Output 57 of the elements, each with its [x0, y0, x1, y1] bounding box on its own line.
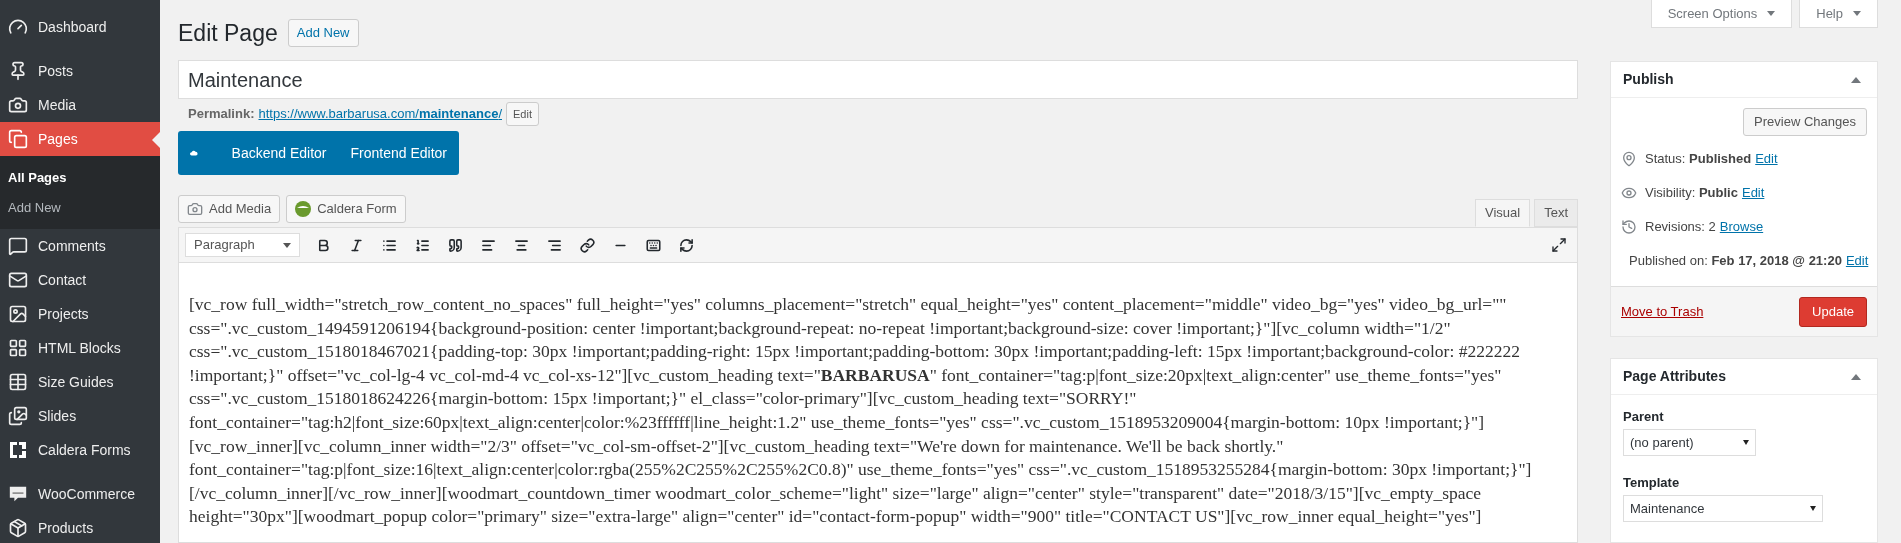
menu-item[interactable]: Posts	[0, 54, 160, 88]
field-label: Template	[1623, 474, 1681, 492]
publish-info: Published on: Feb 17, 2018 @ 21:20	[1629, 252, 1842, 271]
menu-item[interactable]: Slides	[0, 399, 160, 433]
content-line: css=".vc_custom_1518018467021{padding-top: 30px !important;padding-right: 15px !important;padding-bottom: 30px !important;padding-left: 15px !important;background-color: #222222	[189, 340, 1520, 364]
screen-options-button[interactable]: Screen Options	[1650, 0, 1793, 28]
preview-changes-button[interactable]: Preview Changes	[1743, 108, 1867, 136]
publish-info: Revisions: 2	[1645, 218, 1716, 237]
format-select[interactable]: Paragraph	[185, 233, 300, 257]
content-line: font_container="tag:p|font_size:16|text_align:center|color:rgba(255%2C255%2C255%2C0.8)" use_theme_fonts="yes" css=".vc_custom_1518953255284{margin-bottom: 30px !important;}"]	[189, 458, 1532, 482]
publish-info: Visibility: Public	[1645, 184, 1738, 203]
menu-item[interactable]: Projects	[0, 297, 160, 331]
page-title: Edit Page	[178, 18, 278, 48]
content-line: css=".vc_custom_1494591206194{background-position: center !important;background-repeat: no-repeat !important;background-size: cover !important;}"][vc_column width="1/2"	[189, 316, 1451, 340]
content-line: [vc_row full_width="stretch_row_content_no_spaces" full_height="yes" columns_placement="stretch" equal_height="yes" content_placement="middle" video_bg="yes" video_bg_url=""	[189, 293, 1507, 316]
submenu-item[interactable]: All Pages	[0, 163, 160, 193]
permalink-label: Permalink:	[188, 105, 255, 124]
menu-item[interactable]: Contact	[0, 263, 160, 297]
menu-item[interactable]: Media	[0, 88, 160, 122]
content-line: css=".vc_custom_1518018624226{margin-bottom: 15px !important;}" el_class="color-primary"][vc_custom_heading text="SORRY!"	[189, 387, 1137, 411]
menu-item[interactable]: Dashboard	[0, 10, 160, 44]
menu-item[interactable]: Size Guides	[0, 365, 160, 399]
editor-tab[interactable]: Visual	[1474, 199, 1531, 227]
content-line: [vc_row_inner][vc_column_inner width="2/3" offset="vc_col-sm-offset-2"][vc_custom_heading text="We're down for maintenance. We'll be back shortly."	[189, 434, 1284, 458]
content-line: height="30px"][woodmart_popup color="primary" size="extra-large" align="center" id="contact-form-popup" width="900" title="CONTACT US"][vc_row_inner equal_height="yes"]	[189, 505, 1482, 529]
content-line: !important;}" offset="vc_col-lg-4 vc_col-md-4 vc_col-xs-12"][vc_custom_heading text="BARBARUSA" font_container="tag:p|font_size:20px|text_align:center" use_theme_fonts="yes"	[189, 363, 1502, 387]
add-media-button[interactable]: Add Media	[178, 195, 281, 223]
help-button[interactable]: Help	[1799, 0, 1878, 28]
editor-tab[interactable]: Text	[1534, 199, 1578, 227]
publish-link[interactable]: Browse	[1719, 217, 1764, 237]
publish-link[interactable]: Edit	[1845, 251, 1869, 271]
menu-item[interactable]: Products	[0, 511, 160, 543]
content-line: [/vc_column_inner][/vc_row_inner][woodmart_countdown_timer woodmart_color_scheme="light" size="large" align="center" style="transparent" date="2018/3/15"][vc_empty_space	[189, 481, 1482, 505]
submenu-item[interactable]: Add New	[0, 192, 160, 222]
menu-item[interactable]: Comments	[0, 229, 160, 263]
menu-item[interactable]: HTML Blocks	[0, 331, 160, 365]
field-label: Parent	[1623, 408, 1665, 426]
editor-mode-button[interactable]: Backend Editor	[219, 131, 339, 175]
menu-item[interactable]: Pages	[0, 122, 160, 156]
menu-item[interactable]: Caldera Forms	[0, 433, 160, 467]
template-select[interactable]: Maintenance	[1623, 495, 1823, 522]
caldera-form-button[interactable]: Caldera Form	[286, 195, 406, 223]
parent-select[interactable]: (no parent)	[1623, 429, 1756, 456]
publish-link[interactable]: Edit	[1741, 183, 1765, 203]
menu-item[interactable]: WooCommerce	[0, 477, 160, 511]
box-title: Page Attributes	[1623, 367, 1726, 386]
permalink-link[interactable]: https://www.barbarusa.com/maintenance/	[258, 104, 502, 124]
publish-info: Status: Published	[1645, 150, 1752, 169]
add-new-button[interactable]: Add New	[287, 19, 359, 47]
move-to-trash-link[interactable]: Move to Trash	[1621, 301, 1704, 322]
publish-link[interactable]: Edit	[1755, 149, 1778, 169]
update-button[interactable]: Update	[1799, 296, 1867, 327]
content-line: font_container="tag:h2|font_size:60px|text_align:center|color:%23ffffff|line_height:1.2" use_theme_fonts="yes" css=".vc_custom_1518953209004{margin-bottom: 10px !important;}"]	[189, 410, 1484, 434]
box-title: Publish	[1623, 70, 1674, 89]
editor-mode-button[interactable]: Frontend Editor	[338, 131, 459, 175]
title-field[interactable]: Maintenance	[178, 60, 1578, 99]
permalink-edit-button[interactable]: Edit	[506, 102, 539, 126]
